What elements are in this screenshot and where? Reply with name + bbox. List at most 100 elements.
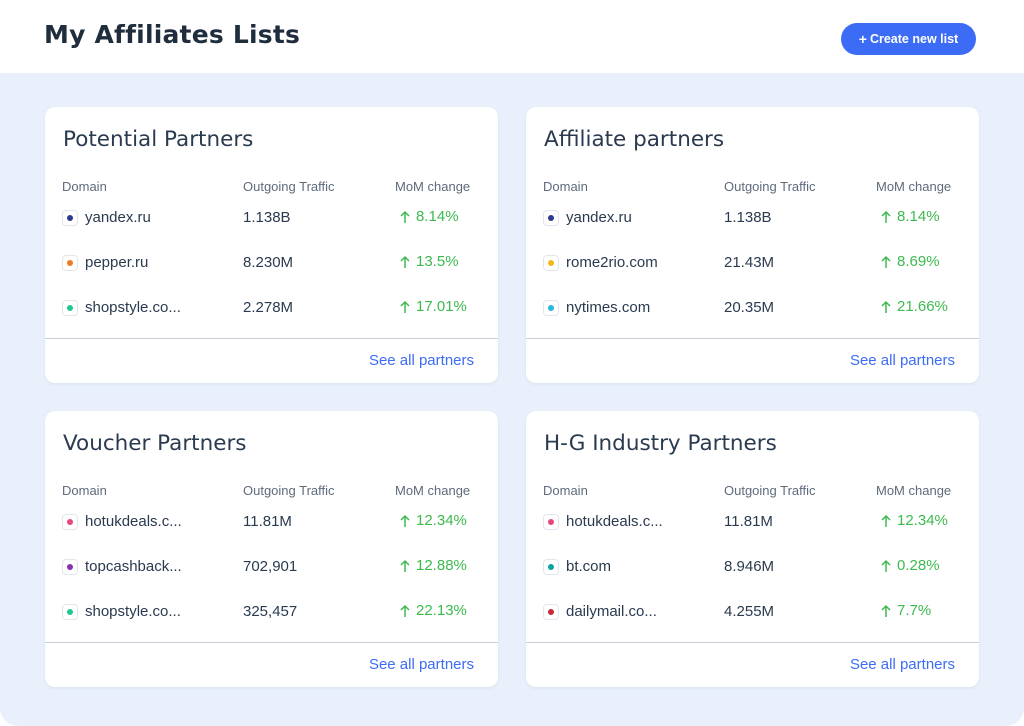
table-row[interactable]: hotukdeals.c... 11.81M 12.34% [526, 507, 979, 537]
arrow-up-icon [881, 559, 891, 572]
page-header: My Affiliates Lists + Create new list [0, 0, 1024, 73]
domain-link[interactable]: pepper.ru [85, 254, 148, 271]
traffic-value: 8.946M [724, 558, 775, 575]
table-row[interactable]: shopstyle.co... 325,457 22.13% [45, 597, 498, 627]
domain-link[interactable]: nytimes.com [566, 299, 650, 316]
create-new-list-button[interactable]: + Create new list [841, 23, 976, 55]
mom-change: 7.7% [881, 602, 931, 619]
see-all-partners-link[interactable]: See all partners [850, 656, 955, 673]
traffic-value: 4.255M [724, 603, 775, 620]
favicon-icon [62, 210, 78, 226]
mom-change: 17.01% [400, 298, 467, 315]
card-title: Affiliate partners [544, 127, 725, 152]
page-title: My Affiliates Lists [44, 20, 301, 49]
column-header-traffic: Outgoing Traffic [724, 483, 816, 498]
traffic-value: 8.230M [243, 254, 294, 271]
mom-change: 8.69% [881, 253, 940, 270]
table-row[interactable]: dailymail.co... 4.255M 7.7% [526, 597, 979, 627]
domain-link[interactable]: topcashback... [85, 558, 182, 575]
table-row[interactable]: bt.com 8.946M 0.28% [526, 552, 979, 582]
list-card-potential-partners: Potential Partners Domain Outgoing Traff… [45, 107, 498, 383]
mom-change: 12.34% [881, 512, 948, 529]
divider [526, 338, 979, 339]
arrow-up-icon [881, 604, 891, 617]
see-all-partners-link[interactable]: See all partners [850, 352, 955, 369]
mom-value: 21.66% [897, 298, 948, 315]
mom-change: 12.88% [400, 557, 467, 574]
domain-link[interactable]: hotukdeals.c... [566, 513, 663, 530]
traffic-value: 20.35M [724, 299, 775, 316]
table-row[interactable]: topcashback... 702,901 12.88% [45, 552, 498, 582]
arrow-up-icon [400, 255, 410, 268]
traffic-value: 2.278M [243, 299, 294, 316]
mom-change: 13.5% [400, 253, 459, 270]
domain-link[interactable]: hotukdeals.c... [85, 513, 182, 530]
lists-area: Potential Partners Domain Outgoing Traff… [0, 73, 1024, 726]
favicon-icon [543, 559, 559, 575]
favicon-icon [62, 604, 78, 620]
arrow-up-icon [881, 300, 891, 313]
domain-link[interactable]: shopstyle.co... [85, 299, 181, 316]
traffic-value: 1.138B [243, 209, 291, 226]
mom-value: 17.01% [416, 298, 467, 315]
domain-link[interactable]: rome2rio.com [566, 254, 658, 271]
mom-change: 12.34% [400, 512, 467, 529]
card-title: H-G Industry Partners [544, 431, 777, 456]
column-header-mom: MoM change [395, 483, 471, 498]
traffic-value: 11.81M [724, 513, 773, 530]
mom-value: 12.34% [416, 512, 467, 529]
mom-value: 0.28% [897, 557, 940, 574]
see-all-partners-link[interactable]: See all partners [369, 352, 474, 369]
arrow-up-icon [400, 300, 410, 313]
mom-value: 12.88% [416, 557, 467, 574]
favicon-icon [62, 559, 78, 575]
mom-change: 22.13% [400, 602, 467, 619]
domain-link[interactable]: bt.com [566, 558, 611, 575]
column-header-traffic: Outgoing Traffic [243, 483, 335, 498]
arrow-up-icon [881, 255, 891, 268]
favicon-icon [543, 514, 559, 530]
table-row[interactable]: rome2rio.com 21.43M 8.69% [526, 248, 979, 278]
domain-link[interactable]: yandex.ru [566, 209, 632, 226]
column-header-mom: MoM change [876, 179, 952, 194]
table-row[interactable]: nytimes.com 20.35M 21.66% [526, 293, 979, 323]
create-new-list-label: Create new list [869, 32, 959, 46]
table-row[interactable]: hotukdeals.c... 11.81M 12.34% [45, 507, 498, 537]
column-header-mom: MoM change [395, 179, 471, 194]
column-header-domain: Domain [62, 179, 107, 194]
divider [526, 642, 979, 643]
table-row[interactable]: shopstyle.co... 2.278M 17.01% [45, 293, 498, 323]
favicon-icon [543, 300, 559, 316]
domain-link[interactable]: shopstyle.co... [85, 603, 181, 620]
table-row[interactable]: pepper.ru 8.230M 13.5% [45, 248, 498, 278]
arrow-up-icon [400, 210, 410, 223]
mom-change: 0.28% [881, 557, 940, 574]
mom-change: 21.66% [881, 298, 948, 315]
favicon-icon [62, 514, 78, 530]
favicon-icon [543, 255, 559, 271]
card-title: Voucher Partners [63, 431, 247, 456]
column-header-domain: Domain [62, 483, 107, 498]
mom-value: 8.69% [897, 253, 940, 270]
arrow-up-icon [881, 210, 891, 223]
arrow-up-icon [400, 514, 410, 527]
see-all-partners-link[interactable]: See all partners [369, 656, 474, 673]
table-row[interactable]: yandex.ru 1.138B 8.14% [45, 203, 498, 233]
mom-change: 8.14% [881, 208, 940, 225]
column-header-mom: MoM change [876, 483, 952, 498]
mom-value: 22.13% [416, 602, 467, 619]
table-row[interactable]: yandex.ru 1.138B 8.14% [526, 203, 979, 233]
domain-link[interactable]: dailymail.co... [566, 603, 657, 620]
favicon-icon [543, 210, 559, 226]
mom-value: 12.34% [897, 512, 948, 529]
domain-link[interactable]: yandex.ru [85, 209, 151, 226]
mom-value: 7.7% [897, 602, 932, 619]
column-header-domain: Domain [543, 179, 588, 194]
traffic-value: 11.81M [243, 513, 292, 530]
column-header-traffic: Outgoing Traffic [243, 179, 335, 194]
list-card-affiliate-partners: Affiliate partners Domain Outgoing Traff… [526, 107, 979, 383]
mom-change: 8.14% [400, 208, 459, 225]
divider [45, 338, 498, 339]
divider [45, 642, 498, 643]
card-title: Potential Partners [63, 127, 254, 152]
